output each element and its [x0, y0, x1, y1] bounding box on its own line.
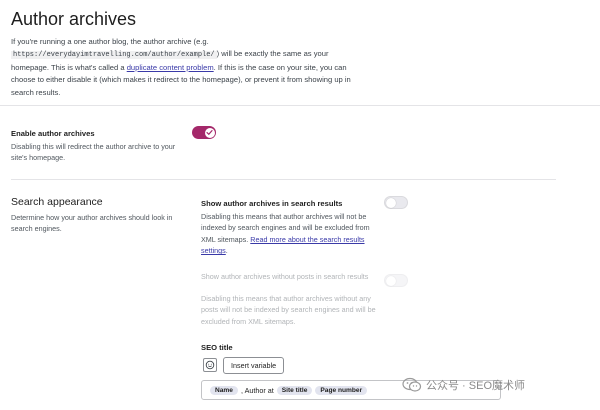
intro-paragraph: If you're running a one author blog, the…: [11, 36, 361, 99]
show-in-results-toggle[interactable]: [384, 196, 408, 209]
watermark-text: 公众号 · SEO魔术师: [426, 380, 526, 392]
enable-author-archives-label: Enable author archives: [11, 129, 95, 138]
seo-title-label: SEO title: [201, 343, 233, 352]
intro-code-example: https://everydayimtravelling.com/author/…: [11, 51, 217, 60]
show-in-results-label: Show author archives in search results: [201, 199, 343, 208]
check-icon: [206, 130, 213, 136]
divider-middle: [11, 179, 556, 180]
emoji-picker-button[interactable]: [203, 358, 217, 372]
duplicate-content-link[interactable]: duplicate content problem: [127, 63, 214, 72]
variable-pill-name: Name: [210, 385, 238, 395]
toggle-knob: [386, 275, 396, 286]
watermark: 公众号 · SEO魔术师: [402, 377, 525, 393]
show-in-results-description: Disabling this means that author archive…: [201, 211, 376, 257]
search-appearance-description: Determine how your author archives shoul…: [11, 213, 173, 234]
page-title: Author archives: [11, 9, 137, 29]
show-without-posts-description: Disabling this means that author archive…: [201, 294, 376, 326]
link-suffix: .: [225, 246, 228, 256]
show-without-posts-toggle[interactable]: [384, 274, 408, 287]
toggle-knob: [204, 127, 215, 138]
enable-author-archives-toggle[interactable]: [192, 126, 216, 139]
search-appearance-title: Search appearance: [11, 196, 103, 208]
intro-text-1: If you're running a one author blog, the…: [11, 37, 209, 46]
divider-top: [0, 105, 600, 106]
wechat-icon: [402, 377, 422, 393]
variable-pill-site-title: Site title: [276, 385, 313, 395]
variable-pill-page-number: Page number: [315, 385, 368, 395]
seo-title-static-text: , Author at: [240, 385, 274, 395]
smiley-icon: [205, 360, 215, 370]
insert-variable-button[interactable]: Insert variable: [223, 357, 285, 374]
toggle-knob: [386, 197, 396, 208]
enable-author-archives-description: Disabling this will redirect the author …: [11, 142, 176, 163]
show-without-posts-label: Show author archives without posts in se…: [201, 272, 369, 281]
